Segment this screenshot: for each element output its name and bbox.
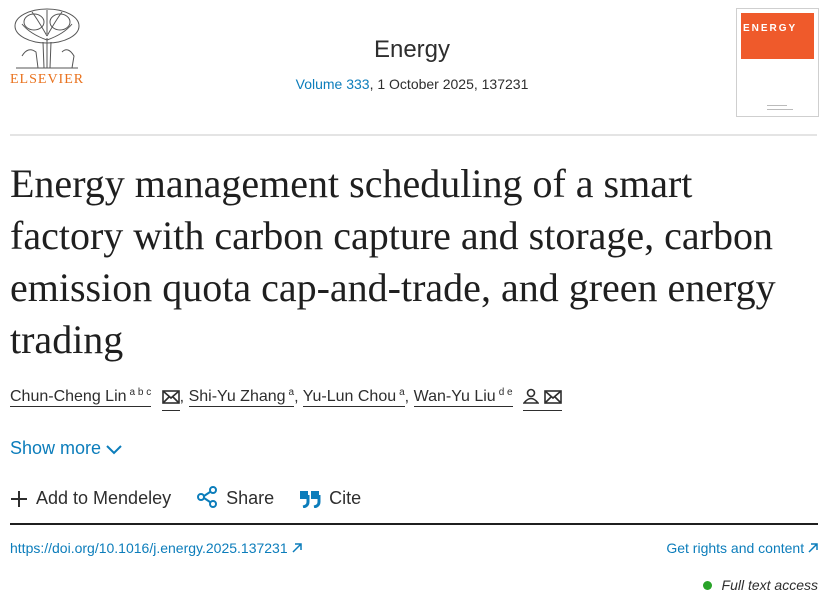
issue-date: , 1 October 2025, 137231 (369, 76, 529, 92)
cover-title: ENERGY (743, 23, 798, 34)
author-link[interactable]: Yu-Lun Chou a (302, 387, 405, 408)
share-icon (197, 486, 218, 508)
author-link[interactable]: Chun-Cheng Lin a b c (10, 387, 152, 408)
email-icon[interactable] (161, 390, 180, 412)
author-link[interactable]: Shi-Yu Zhang a (188, 387, 295, 408)
share-label: Share (226, 488, 275, 508)
external-link-icon (808, 543, 818, 553)
mendeley-label: Add to Mendeley (36, 488, 172, 508)
author-separator: , (294, 388, 299, 406)
access-status: Full text access (702, 577, 818, 593)
email-icon (543, 390, 562, 405)
cover-line (767, 105, 787, 106)
person-icon[interactable] (522, 388, 562, 412)
header-divider (10, 134, 817, 136)
show-more-label: Show more (10, 438, 102, 458)
show-more-button[interactable]: Show more (10, 438, 123, 459)
journal-title[interactable]: Energy (0, 36, 824, 64)
access-dot-icon (702, 581, 712, 590)
author-name: Chun-Cheng Lin (10, 388, 127, 406)
author-separator: , (404, 388, 410, 406)
author-name: Yu-Lun Chou (302, 388, 397, 406)
doi-link[interactable]: https://doi.org/10.1016/j.energy.2025.13… (10, 540, 302, 556)
author-name: Shi-Yu Zhang (188, 388, 286, 406)
author-affiliations: d e (498, 387, 513, 398)
get-rights-link[interactable]: Get rights and content (666, 540, 818, 556)
author-name: Wan-Yu Liu (413, 388, 496, 406)
article-title: Energy management scheduling of a smart … (10, 161, 776, 362)
issue-info: Volume 333, 1 October 2025, 137231 (0, 76, 824, 92)
cover-line (767, 109, 793, 110)
volume-link[interactable]: Volume 333 (296, 76, 370, 92)
chevron-down-icon (106, 445, 122, 455)
cover-band (741, 13, 814, 59)
author-affiliations: a b c (129, 387, 152, 398)
doi-text: https://doi.org/10.1016/j.energy.2025.13… (10, 540, 288, 556)
author-separator: , (179, 388, 185, 406)
actions-divider (10, 523, 818, 525)
author-list: Chun-Cheng Lin a b c , Shi-Yu Zhang a, Yu-… (10, 387, 562, 412)
plus-icon (11, 491, 27, 507)
quote-icon (300, 491, 321, 509)
share-button[interactable]: Share (196, 486, 274, 509)
access-text: Full text access (721, 577, 818, 593)
article-actions: Add to Mendeley Share Cite (10, 486, 381, 509)
rights-text: Get rights and content (666, 540, 805, 556)
journal-cover-thumbnail[interactable]: ENERGY (736, 8, 819, 117)
cite-label: Cite (329, 488, 362, 508)
cite-button[interactable]: Cite (299, 488, 361, 509)
add-to-mendeley-button[interactable]: Add to Mendeley (10, 488, 171, 509)
author-link[interactable]: Wan-Yu Liu d e (413, 387, 513, 408)
external-link-icon (291, 543, 302, 553)
